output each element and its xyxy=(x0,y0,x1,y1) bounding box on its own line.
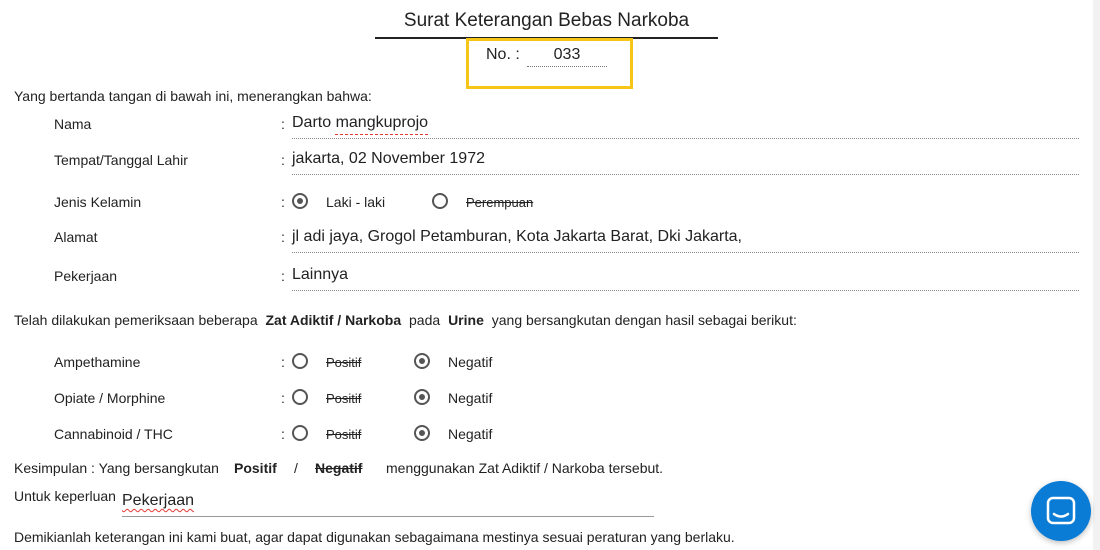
test-positive-label: Positif xyxy=(326,427,362,442)
spellcheck-mark xyxy=(335,131,428,135)
colon: : xyxy=(281,354,285,370)
chat-icon xyxy=(1046,496,1076,525)
colon: : xyxy=(281,116,285,132)
conclusion-positive: Positif xyxy=(234,460,277,476)
test-negative-label: Negatif xyxy=(448,354,493,370)
nama-label: Nama xyxy=(54,116,92,132)
test-negative-radio[interactable] xyxy=(414,425,430,441)
intro-text: Yang bertanda tangan di bawah ini, mener… xyxy=(14,88,372,104)
purpose-underline xyxy=(122,516,654,517)
test-positive-radio[interactable] xyxy=(292,389,308,405)
number-label: No. : xyxy=(486,46,520,63)
ttl-label: Tempat/Tanggal Lahir xyxy=(54,152,188,168)
colon: : xyxy=(281,268,285,284)
nama-field[interactable]: Darto mangkuprojo xyxy=(292,114,428,132)
exam-sentence: Telah dilakukan pemeriksaan beberapa Zat… xyxy=(14,312,797,328)
document-title: Surat Keterangan Bebas Narkoba xyxy=(403,10,690,31)
conclusion-prefix: Kesimpulan : Yang bersangkutan xyxy=(14,460,219,476)
colon: : xyxy=(281,426,285,442)
chat-launcher-button[interactable] xyxy=(1031,481,1091,541)
alamat-field[interactable]: jl adi jaya, Grogol Petamburan, Kota Jak… xyxy=(292,228,742,246)
gender-male-label: Laki - laki xyxy=(326,194,386,210)
exam-substance: Zat Adiktif / Narkoba xyxy=(265,312,402,328)
test-positive-label: Positif xyxy=(326,391,362,406)
exam-mid: pada xyxy=(409,312,441,328)
gender-male-radio[interactable] xyxy=(292,193,308,209)
test-negative-label: Negatif xyxy=(448,426,493,442)
exam-suffix: yang bersangkutan dengan hasil sebagai b… xyxy=(491,312,797,328)
gender-female-radio[interactable] xyxy=(432,193,448,209)
pekerjaan-field[interactable]: Lainnya xyxy=(292,266,348,284)
exam-prefix: Telah dilakukan pemeriksaan beberapa xyxy=(14,312,258,328)
ttl-underline xyxy=(292,174,1079,175)
alamat-label: Alamat xyxy=(54,229,98,245)
test-negative-radio[interactable] xyxy=(414,389,430,405)
test-label: Ampethamine xyxy=(54,354,141,370)
exam-sample: Urine xyxy=(448,312,484,328)
colon: : xyxy=(281,229,285,245)
nama-value: Darto mangkuprojo xyxy=(292,114,429,131)
purpose-field[interactable]: Pekerjaan xyxy=(122,492,194,510)
test-label: Cannabinoid / THC xyxy=(54,426,173,442)
test-positive-label: Positif xyxy=(326,355,362,370)
conclusion-negative: Negatif xyxy=(315,460,363,476)
test-positive-radio[interactable] xyxy=(292,353,308,369)
colon: : xyxy=(281,194,285,210)
purpose-label: Untuk keperluan xyxy=(14,488,116,504)
ttl-field[interactable]: jakarta, 02 November 1972 xyxy=(292,150,485,168)
test-label: Opiate / Morphine xyxy=(54,390,166,406)
test-negative-label: Negatif xyxy=(448,390,493,406)
conclusion-suffix: menggunakan Zat Adiktif / Narkoba terseb… xyxy=(386,460,664,476)
number-field[interactable]: 033 xyxy=(527,46,607,67)
purpose-value: Pekerjaan xyxy=(122,492,195,509)
gender-female-label: Perempuan xyxy=(466,195,534,210)
test-positive-radio[interactable] xyxy=(292,425,308,441)
test-negative-radio[interactable] xyxy=(414,353,430,369)
conclusion-slash: / xyxy=(294,460,298,476)
closing-text: Demikianlah keterangan ini kami buat, ag… xyxy=(14,529,735,545)
alamat-underline xyxy=(292,252,1079,253)
pekerjaan-underline xyxy=(292,290,1079,291)
gender-label: Jenis Kelamin xyxy=(54,194,142,210)
nama-underline xyxy=(292,138,1079,139)
pekerjaan-label: Pekerjaan xyxy=(54,268,118,284)
colon: : xyxy=(281,152,285,168)
scrollbar-track[interactable] xyxy=(1093,0,1100,550)
colon: : xyxy=(281,390,285,406)
